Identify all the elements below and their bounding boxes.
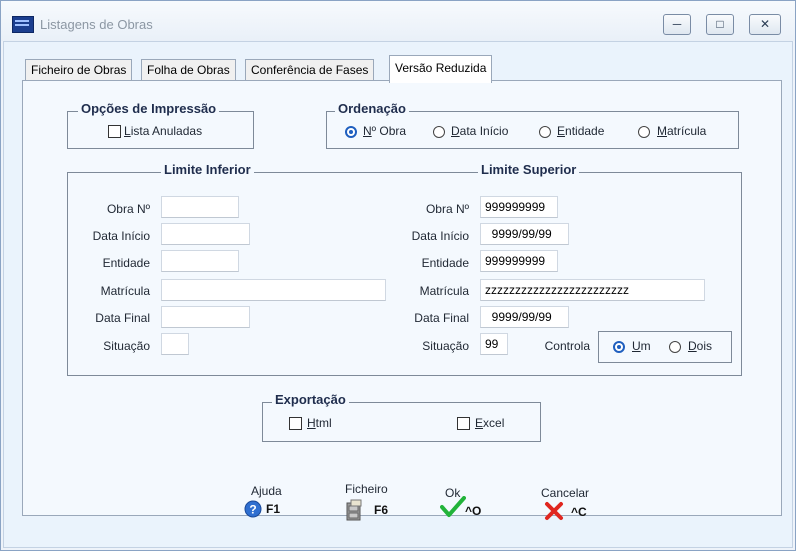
label-rest: tml	[315, 416, 332, 430]
ok-key: ^O	[465, 504, 482, 518]
ajuda-button[interactable]: Ajuda ? F1	[240, 484, 296, 524]
lista-anuladas-checkbox[interactable]	[108, 125, 121, 138]
label-rest: ata Início	[459, 124, 509, 138]
inf-data-inicio-label: Data Início	[92, 229, 150, 243]
close-button[interactable]: ✕	[749, 14, 781, 35]
checkmark-icon	[440, 496, 466, 517]
sup-data-inicio-field[interactable]: 9999/99/99	[480, 223, 569, 245]
excel-label[interactable]: Excel	[475, 416, 504, 430]
sup-data-inicio-label: Data Início	[411, 229, 469, 243]
ok-button[interactable]: Ok ^O	[440, 484, 496, 524]
html-label[interactable]: Html	[307, 416, 332, 430]
ordenacao-obra-radio[interactable]	[345, 126, 357, 138]
hotkey-letter: D	[451, 124, 460, 138]
tab-label: Versão Reduzida	[395, 61, 487, 75]
inf-data-inicio-field[interactable]	[161, 223, 250, 245]
sup-entidade-field[interactable]: 999999999	[480, 250, 558, 272]
tab-versao-reduzida[interactable]: Versão Reduzida	[389, 55, 493, 83]
label-rest: ista Anuladas	[130, 124, 203, 138]
minimize-icon: ─	[672, 17, 682, 31]
tab-ficheiro-de-obras[interactable]: Ficheiro de Obras	[25, 59, 133, 81]
label-rest: atrícula	[667, 124, 707, 138]
hotkey-letter: D	[688, 339, 697, 353]
ordenacao-title: Ordenação	[335, 101, 409, 116]
hotkey-letter: H	[307, 416, 316, 430]
help-icon: ?	[244, 500, 262, 518]
ordenacao-obra-label[interactable]: Nº Obra	[363, 124, 406, 138]
ordenacao-entidade-radio[interactable]	[539, 126, 551, 138]
sup-situacao-field[interactable]: 99	[480, 333, 508, 355]
ordenacao-matricula-radio[interactable]	[638, 126, 650, 138]
inf-obra-label: Obra Nº	[106, 202, 150, 216]
sup-matricula-field[interactable]: zzzzzzzzzzzzzzzzzzzzzzzz	[480, 279, 705, 301]
hotkey-letter: U	[632, 339, 641, 353]
svg-text:?: ?	[249, 503, 256, 517]
window-title: Listagens de Obras	[40, 17, 153, 32]
inf-matricula-field[interactable]	[161, 279, 386, 301]
ajuda-key: F1	[266, 502, 281, 516]
tab-label: Ficheiro de Obras	[31, 63, 127, 77]
inf-entidade-field[interactable]	[161, 250, 239, 272]
inf-situacao-field[interactable]	[161, 333, 189, 355]
label-rest: m	[640, 339, 651, 353]
hotkey-letter: N	[363, 124, 372, 138]
sup-data-final-field[interactable]: 9999/99/99	[480, 306, 569, 328]
controla-dois-label[interactable]: Dois	[688, 339, 712, 353]
tab-label: Folha de Obras	[147, 63, 230, 77]
tab-label: Conferência de Fases	[251, 63, 369, 77]
tab-folha-de-obras[interactable]: Folha de Obras	[141, 59, 236, 81]
inf-obra-field[interactable]	[161, 196, 239, 218]
maximize-icon: □	[716, 17, 724, 31]
maximize-button[interactable]: □	[706, 14, 734, 35]
ordenacao-data-inicio-radio[interactable]	[433, 126, 445, 138]
sup-obra-label: Obra Nº	[425, 202, 469, 216]
ordenacao-data-inicio-label[interactable]: Data Início	[451, 124, 508, 138]
exportacao-title: Exportação	[272, 392, 349, 407]
html-checkbox[interactable]	[289, 417, 302, 430]
inf-entidade-label: Entidade	[102, 256, 150, 270]
tab-conferencia-de-fases[interactable]: Conferência de Fases	[245, 59, 375, 81]
title-bar[interactable]: Listagens de Obras ─ □ ✕	[1, 1, 795, 41]
ficheiro-button[interactable]: Ficheiro F6	[340, 482, 400, 524]
minimize-button[interactable]: ─	[663, 14, 691, 35]
lista-anuladas-label[interactable]: Lista Anuladas	[124, 124, 202, 138]
controla-dois-radio[interactable]	[669, 341, 681, 353]
inf-data-final-label: Data Final	[95, 311, 150, 325]
sup-data-final-label: Data Final	[414, 311, 469, 325]
sup-entidade-label: Entidade	[421, 256, 469, 270]
hotkey-letter: M	[657, 124, 667, 138]
cancelar-button[interactable]: Cancelar ^C	[538, 484, 604, 524]
file-cabinet-icon	[346, 499, 362, 521]
label-rest: ois	[696, 339, 713, 353]
hotkey-letter: E	[475, 416, 484, 430]
cancelar-label: Cancelar	[541, 486, 590, 500]
inf-matricula-label: Matrícula	[100, 284, 150, 298]
app-icon	[12, 16, 34, 33]
controla-um-radio[interactable]	[613, 341, 625, 353]
sup-obra-field[interactable]: 999999999	[480, 196, 558, 218]
ficheiro-label: Ficheiro	[345, 482, 388, 496]
hotkey-letter: L	[124, 124, 131, 138]
cancel-x-icon	[545, 502, 563, 520]
ordenacao-entidade-label[interactable]: Entidade	[557, 124, 604, 138]
controla-label: Controla	[544, 339, 590, 353]
opcoes-impressao-title: Opções de Impressão	[78, 101, 220, 116]
ordenacao-matricula-label[interactable]: Matrícula	[657, 124, 706, 138]
sup-situacao-label: Situação	[422, 339, 469, 353]
label-rest: º Obra	[371, 124, 407, 138]
label-rest: ntidade	[565, 124, 605, 138]
ajuda-label: Ajuda	[251, 484, 282, 498]
label-rest: xcel	[483, 416, 505, 430]
limite-inferior-title: Limite Inferior	[161, 162, 254, 177]
hotkey-letter: E	[557, 124, 566, 138]
excel-checkbox[interactable]	[457, 417, 470, 430]
sup-matricula-label: Matrícula	[419, 284, 469, 298]
ficheiro-key: F6	[374, 503, 389, 517]
close-icon: ✕	[759, 17, 771, 31]
inf-situacao-label: Situação	[103, 339, 150, 353]
cancelar-key: ^C	[571, 505, 587, 519]
controla-um-label[interactable]: Um	[632, 339, 651, 353]
limite-superior-title: Limite Superior	[478, 162, 580, 177]
inf-data-final-field[interactable]	[161, 306, 250, 328]
